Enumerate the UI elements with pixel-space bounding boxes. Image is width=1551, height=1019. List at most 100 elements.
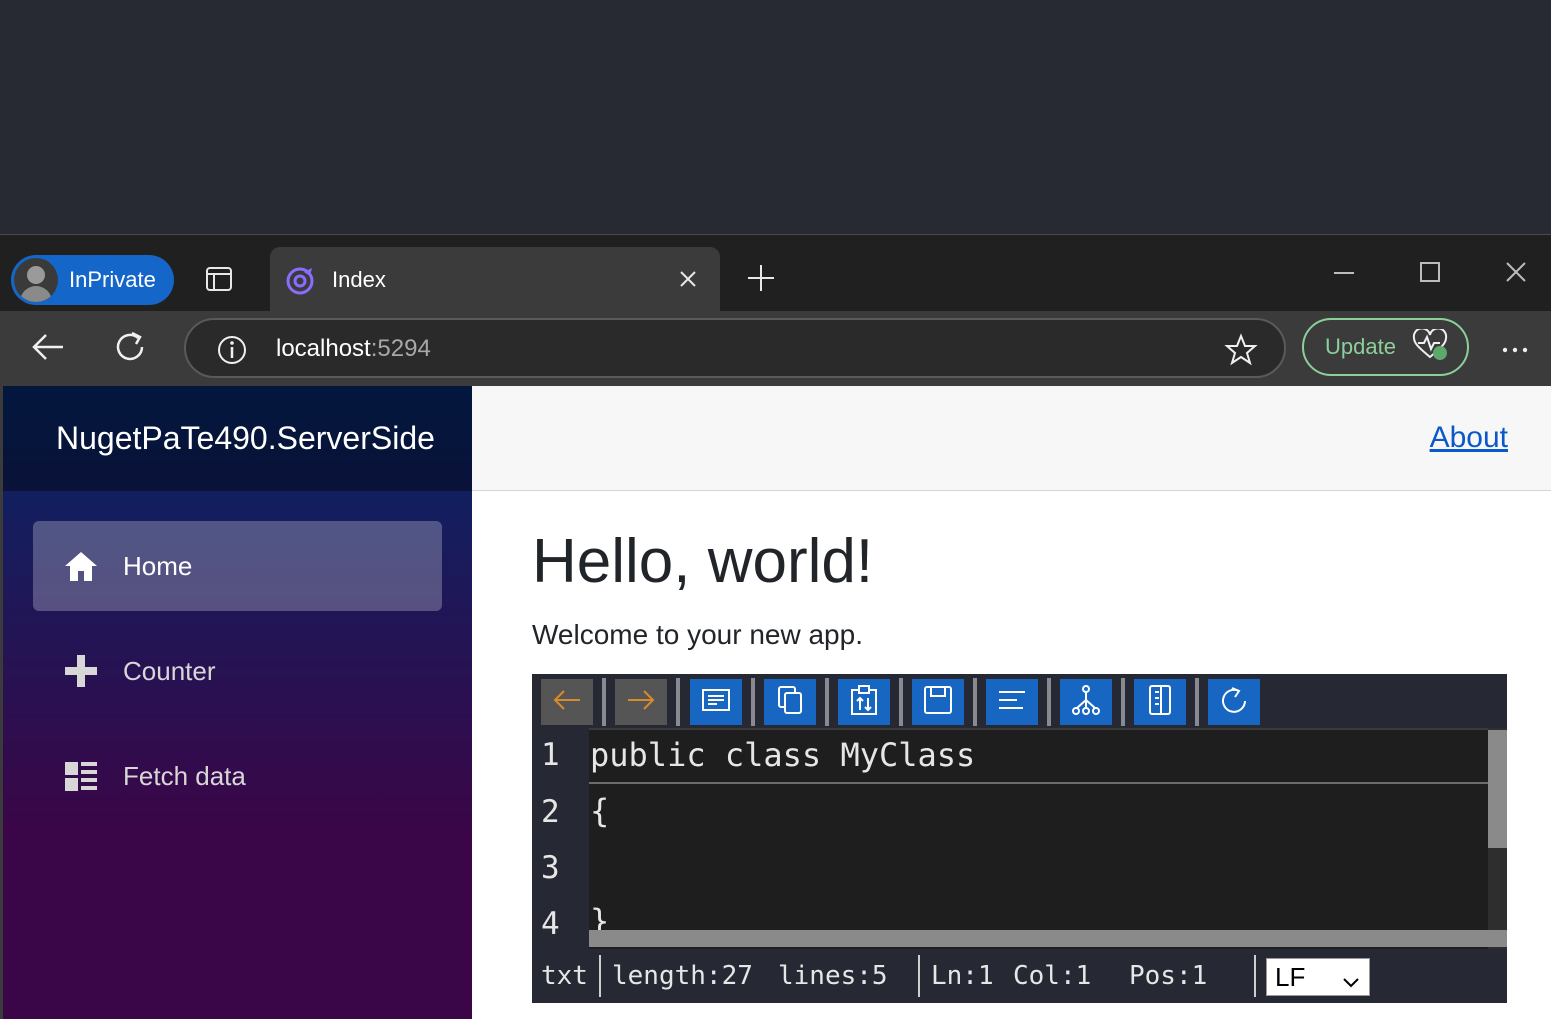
inprivate-button[interactable]: InPrivate [11, 255, 174, 305]
scrollbar-thumb[interactable] [1488, 730, 1507, 848]
browser-toolbar: localhost:5294 Update [0, 311, 1551, 386]
url-host: localhost [276, 335, 371, 362]
copy-icon [775, 685, 805, 720]
line-number: 3 [541, 850, 560, 886]
refresh-icon[interactable] [112, 329, 148, 370]
paste-button[interactable] [838, 679, 890, 725]
refresh-editor-button[interactable] [1208, 679, 1260, 725]
update-label: Update [1325, 334, 1396, 359]
chevron-down-icon [1341, 968, 1361, 999]
toolbar-separator [973, 678, 977, 726]
toolbar-separator [1047, 678, 1051, 726]
redo-icon [626, 688, 656, 717]
save-icon [923, 685, 953, 720]
line-number: 2 [541, 794, 560, 830]
status-pos: Pos:1 [1129, 961, 1208, 991]
redo-button[interactable] [615, 679, 667, 725]
nav-item-counter[interactable]: Counter [33, 626, 442, 716]
status-lines: lines:5 [778, 961, 888, 991]
horizontal-scrollbar[interactable] [589, 930, 1507, 947]
favorite-star-icon[interactable] [1224, 333, 1258, 372]
url-port: :5294 [370, 335, 431, 362]
status-separator [918, 955, 920, 997]
status-ln: Ln:1 [931, 961, 994, 991]
code-line: public class MyClass [590, 736, 976, 774]
toolbar-separator [899, 678, 903, 726]
undo-button[interactable] [541, 679, 593, 725]
undo-icon [552, 688, 582, 717]
status-mode: txt [541, 961, 588, 991]
list-icon [61, 756, 101, 796]
code-line: { [590, 792, 610, 830]
status-length: length:27 [612, 961, 753, 991]
app-brand[interactable]: NugetPaTe490.ServerSide [56, 420, 435, 457]
paste-icon [849, 684, 879, 721]
plus-icon [61, 651, 101, 691]
more-options-icon[interactable] [1500, 335, 1530, 370]
tab-title: Index [332, 267, 386, 292]
welcome-text: Welcome to your new app. [532, 619, 863, 650]
update-button[interactable]: Update [1302, 318, 1469, 376]
line-ending-value: LF [1275, 961, 1306, 992]
line-number-gutter: 1 2 3 4 [532, 728, 589, 949]
toolbar-separator [676, 678, 680, 726]
url-text: localhost:5294 [276, 335, 431, 363]
format-button[interactable] [690, 679, 742, 725]
align-left-button[interactable] [986, 679, 1038, 725]
code-area[interactable]: 1 2 3 4 public class MyClass { } [532, 728, 1507, 949]
sidebar: NugetPaTe490.ServerSide Home Counter Fet… [3, 386, 472, 1019]
new-tab-icon[interactable] [746, 263, 776, 298]
status-separator [599, 955, 601, 997]
toolbar-separator [1195, 678, 1199, 726]
status-separator [1254, 955, 1256, 997]
vertical-scrollbar[interactable] [1488, 728, 1507, 949]
avatar [14, 258, 58, 302]
editor-toolbar [532, 674, 1507, 728]
minimize-icon[interactable] [1333, 261, 1355, 288]
refresh-icon [1219, 685, 1249, 720]
site-info-icon[interactable] [216, 334, 248, 371]
tree-icon [1071, 684, 1101, 721]
tab-index[interactable]: Index [270, 247, 720, 311]
document-button[interactable] [1134, 679, 1186, 725]
brand-row: NugetPaTe490.ServerSide [3, 386, 472, 491]
home-icon [61, 546, 101, 586]
inprivate-label: InPrivate [69, 267, 156, 292]
article: Hello, world! Welcome to your new app. [532, 526, 873, 651]
nav-item-home[interactable]: Home [33, 521, 442, 611]
top-row: About [472, 386, 1551, 491]
toolbar-separator [825, 678, 829, 726]
blazor-favicon-icon [284, 264, 316, 301]
tab-actions-icon[interactable] [205, 265, 233, 293]
status-col: Col:1 [1013, 961, 1092, 991]
close-window-icon[interactable] [1505, 261, 1527, 288]
line-number: 1 [541, 737, 560, 773]
copy-button[interactable] [764, 679, 816, 725]
line-number: 4 [541, 906, 560, 942]
code-editor: 1 2 3 4 public class MyClass { } txt len… [532, 674, 1507, 1003]
toolbar-separator [751, 678, 755, 726]
document-icon [1147, 684, 1173, 721]
back-arrow-icon[interactable] [30, 329, 66, 370]
toolbar-separator [1121, 678, 1125, 726]
page-title: Hello, world! [532, 527, 874, 596]
nav-label-home: Home [123, 550, 193, 581]
line-ending-select[interactable]: LF [1266, 958, 1370, 996]
format-icon [701, 687, 731, 718]
about-link[interactable]: About [1430, 421, 1508, 455]
tree-button[interactable] [1060, 679, 1112, 725]
main-content: About Hello, world! Welcome to your new … [472, 386, 1551, 1019]
tab-strip: InPrivate Index [0, 235, 1551, 311]
heartbeat-icon [1412, 326, 1448, 366]
nav-label-counter: Counter [123, 655, 216, 686]
nav-item-fetch-data[interactable]: Fetch data [33, 731, 442, 821]
maximize-icon[interactable] [1419, 261, 1441, 288]
close-tab-icon[interactable] [678, 269, 698, 294]
align-left-icon [997, 688, 1027, 717]
save-button[interactable] [912, 679, 964, 725]
web-page: NugetPaTe490.ServerSide Home Counter Fet… [3, 386, 1551, 1019]
editor-status-bar: txt length:27 lines:5 Ln:1 Col:1 Pos:1 L… [532, 949, 1507, 1003]
toolbar-separator [602, 678, 606, 726]
nav-label-fetch-data: Fetch data [123, 760, 246, 791]
address-bar[interactable]: localhost:5294 [184, 318, 1286, 378]
